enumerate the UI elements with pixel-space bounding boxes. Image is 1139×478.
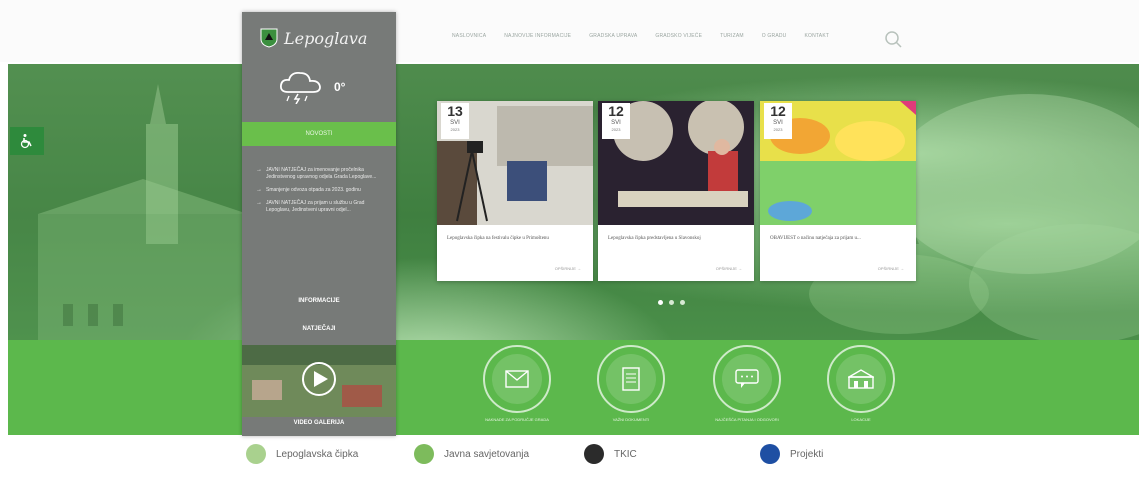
church-background-image	[8, 64, 248, 340]
news-date-day: 12	[770, 103, 786, 119]
news-card[interactable]: 12 SVI 2023 OBAVIJEST o načinu natječaja…	[760, 101, 916, 281]
chat-icon	[735, 369, 759, 388]
service-ring	[483, 345, 551, 413]
main-nav: NASLOVNICA NAJNOVIJE INFORMACIJE GRADSKA…	[452, 33, 829, 39]
service-label: VAŽNI DOKUMENTI	[612, 417, 650, 422]
news-card-title[interactable]: Lepoglavska čipka na festivalu čipke u P…	[447, 235, 583, 243]
bottom-link-projekti[interactable]: Projekti	[760, 444, 823, 464]
nav-item-turizam[interactable]: TURIZAM	[720, 33, 744, 39]
slider-dot[interactable]	[669, 300, 674, 305]
read-more-link[interactable]: OPŠIRNIJE →	[878, 266, 904, 271]
slider-pagination	[658, 300, 685, 305]
list-item[interactable]: → Smanjenje odvoza otpada za 2023. godin…	[256, 187, 382, 194]
arrow-right-icon: →	[256, 200, 262, 206]
coat-of-arms-icon	[260, 28, 278, 48]
news-date-year: 2023	[611, 127, 621, 132]
weather-widget: 0°	[278, 70, 345, 104]
projects-icon	[760, 444, 780, 464]
news-date: 12 SVI 2023	[764, 103, 792, 139]
slider-dot[interactable]	[658, 300, 663, 305]
logo[interactable]: Lepoglava	[260, 28, 367, 48]
news-list: → JAVNI NATJEČAJ za imenovanje pročelnik…	[256, 167, 382, 220]
news-date-day: 12	[608, 103, 624, 119]
thunder-cloud-icon	[279, 71, 321, 104]
buildings-icon	[848, 369, 874, 389]
service-label: NAJČEŠĆA PITANJA I ODGOVORI	[715, 417, 779, 422]
news-date-year: 2023	[450, 127, 460, 132]
news-item-text: JAVNI NATJEČAJ za imenovanje pročelnika …	[266, 167, 377, 180]
nav-item-najnovije[interactable]: NAJNOVIJE INFORMACIJE	[504, 33, 571, 39]
service-ring	[827, 345, 895, 413]
tkic-logo-icon	[584, 444, 604, 464]
envelope-icon	[505, 370, 529, 388]
news-button[interactable]: NOVOSTI	[242, 122, 396, 146]
consultation-icon	[414, 444, 434, 464]
accessibility-button[interactable]	[10, 127, 44, 155]
wheelchair-icon	[20, 134, 32, 149]
arrow-right-icon: →	[256, 167, 262, 173]
lace-icon	[246, 444, 266, 464]
list-item[interactable]: → JAVNI NATJEČAJ za imenovanje pročelnik…	[256, 167, 382, 181]
nav-item-kontakt[interactable]: KONTAKT	[804, 33, 829, 39]
brand-name: Lepoglava	[284, 28, 368, 48]
services-band	[8, 340, 1139, 435]
news-card-title[interactable]: OBAVIJEST o načinu natječaja za prijam u…	[770, 235, 906, 243]
news-date-year: 2023	[773, 127, 783, 132]
service-label: NAKNADE ZA PODRUČJE GRADA	[485, 417, 549, 422]
bottom-link-cipka[interactable]: Lepoglavska čipka	[246, 444, 358, 464]
video-gallery-thumbnail[interactable]	[242, 345, 396, 417]
news-item-text: Smanjenje odvoza otpada za 2023. godinu	[266, 187, 361, 193]
document-icon	[622, 367, 640, 391]
service-ring	[597, 345, 665, 413]
nav-item-gradsko-vijece[interactable]: GRADSKO VIJEĆE	[655, 33, 702, 39]
news-item-text: JAVNI NATJEČAJ za prijam u službu u Grad…	[266, 200, 365, 213]
news-date-month: SVI	[611, 120, 621, 126]
news-date-month: SVI	[450, 120, 460, 126]
news-card-title[interactable]: Lepoglavska čipka predstavljena u Slavon…	[608, 235, 744, 243]
service-item[interactable]: NAKNADE ZA PODRUČJE GRADA	[472, 345, 562, 422]
read-more-link[interactable]: OPŠIRNIJE →	[716, 266, 742, 271]
search-icon[interactable]	[884, 30, 902, 48]
news-date-month: SVI	[773, 120, 783, 126]
service-item[interactable]: NAJČEŠĆA PITANJA I ODGOVORI	[702, 345, 792, 422]
service-item[interactable]: LOKACIJE	[816, 345, 906, 422]
news-card[interactable]: 12 SVI 2023 Lepoglavska čipka predstavlj…	[598, 101, 754, 281]
news-date-day: 13	[447, 103, 463, 119]
sidebar-link-natjecaji[interactable]: NATJEČAJI	[242, 326, 396, 332]
bottom-link-label: TKIC	[614, 448, 637, 460]
news-date: 12 SVI 2023	[602, 103, 630, 139]
news-card[interactable]: 13 SVI 2023 Lepoglavska čipka na festiva…	[437, 101, 593, 281]
service-ring	[713, 345, 781, 413]
bottom-link-label: Projekti	[790, 448, 824, 460]
bottom-link-label: Javna savjetovanja	[444, 448, 530, 460]
service-label: LOKACIJE	[851, 417, 871, 422]
bottom-link-tkic[interactable]: TKIC	[584, 444, 637, 464]
nav-item-o-gradu[interactable]: O GRADU	[762, 33, 787, 39]
bottom-link-label: Lepoglavska čipka	[276, 448, 359, 460]
service-item[interactable]: VAŽNI DOKUMENTI	[586, 345, 676, 422]
top-bar: NASLOVNICA NAJNOVIJE INFORMACIJE GRADSKA…	[0, 0, 1139, 62]
nav-item-naslovnica[interactable]: NASLOVNICA	[452, 33, 486, 39]
news-date: 13 SVI 2023	[441, 103, 469, 139]
video-gallery-label[interactable]: VIDEO GALERIJA	[242, 420, 396, 426]
read-more-link[interactable]: OPŠIRNIJE →	[555, 266, 581, 271]
arrow-right-icon: →	[256, 187, 262, 193]
slider-dot[interactable]	[680, 300, 685, 305]
bottom-link-savjetovanja[interactable]: Javna savjetovanja	[414, 444, 529, 464]
sidebar-link-informacije[interactable]: INFORMACIJE	[242, 298, 396, 304]
list-item[interactable]: → JAVNI NATJEČAJ za prijam u službu u Gr…	[256, 200, 382, 214]
sidebar: Lepoglava 0° NOVOSTI → JAVNI NATJEČAJ za…	[242, 12, 396, 436]
temperature: 0°	[334, 80, 346, 94]
nav-item-gradska-uprava[interactable]: GRADSKA UPRAVA	[589, 33, 637, 39]
